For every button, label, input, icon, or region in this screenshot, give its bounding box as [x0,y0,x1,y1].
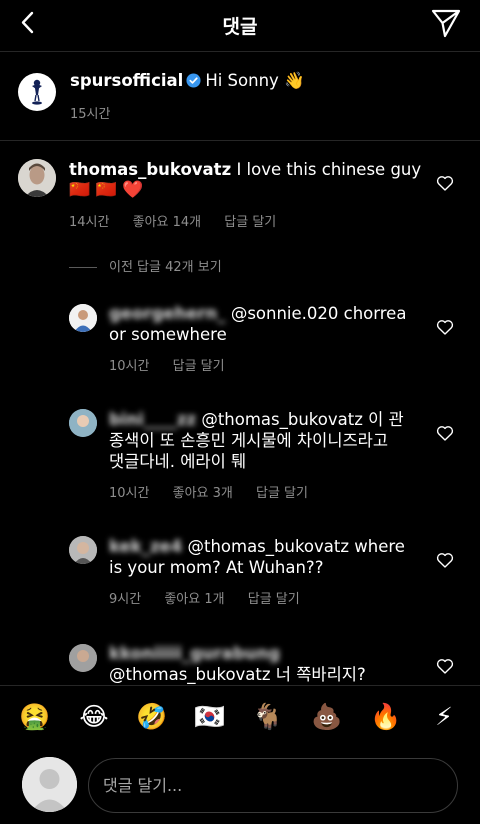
reply-button[interactable]: 답글 달기 [256,486,308,501]
emoji-lightning-button[interactable]: ⚡ [427,700,461,734]
emoji-fire-button[interactable]: 🔥 [369,700,403,734]
verified-badge-icon [186,73,201,88]
emoji-vomit-button[interactable]: 🤮 [18,700,52,734]
comment-body: I love this chinese guy [236,160,422,179]
like-count[interactable]: 좋아요 3개 [173,486,233,501]
avatar[interactable] [69,304,97,332]
emoji-korea-flag-button[interactable]: 🇰🇷 [193,700,227,734]
comment-username[interactable]: bini____zz [109,409,196,430]
heart-icon[interactable] [436,552,454,568]
comment-body: @thomas_bukovatz where [187,537,405,556]
comment-text: kek_ze4 @thomas_bukovatz where [109,536,405,557]
comment-body-line: or somewhere [109,325,227,344]
heart-icon[interactable] [436,175,454,191]
person-photo-icon [69,536,97,564]
caption-time: 15시간 [70,107,111,122]
comment-time: 14시간 [69,215,110,230]
view-previous-label: 이전 답글 42개 보기 [109,260,222,275]
comment-username[interactable]: georgehern_ [109,303,226,324]
comment-username-line: kkoniiiii_gurabung [109,643,280,664]
emoji-poop-button[interactable]: 💩 [310,700,344,734]
person-photo-icon [69,304,97,332]
avatar[interactable] [69,409,97,437]
view-previous-replies[interactable]: 이전 답글 42개 보기 [69,256,222,275]
comment-text: bini____zz @thomas_bukovatz 이 관 [109,409,404,430]
header: 댓글 [0,0,480,52]
comment-username[interactable]: kek_ze4 [109,536,182,557]
comment-time: 9시간 [109,592,142,607]
caption-text: Hi Sonny 👋 [205,71,305,90]
person-photo-icon [18,159,56,197]
comment-username[interactable]: thomas_bukovatz [69,160,231,179]
emoji-quick-bar: 🤮 😂 🤣 🇰🇷 🐐 💩 🔥 ⚡ [0,685,480,749]
send-icon[interactable] [430,7,462,39]
emoji-laughing-button[interactable]: 😂 [77,700,111,734]
comment-composer [0,749,480,824]
comment-body-line: 댓글다네. 에라이 퉤 [109,452,247,471]
comment-time: 10시간 [109,486,150,501]
reply-button[interactable]: 답글 달기 [224,215,276,230]
reply-button[interactable]: 답글 달기 [248,592,300,607]
comment-meta: 14시간 좋아요 14개 답글 달기 [69,211,295,230]
divider-line [69,267,97,268]
avatar[interactable] [69,536,97,564]
caption-text-line: spursofficial Hi Sonny 👋 [70,71,305,91]
comment-meta: 10시간 좋아요 3개 답글 달기 [109,482,327,501]
post-caption: spursofficial Hi Sonny 👋 15시간 [0,53,480,141]
avatar[interactable] [18,73,56,111]
avatar [22,757,77,812]
emoji-goat-button[interactable]: 🐐 [251,700,285,734]
comment-meta: 10시간 답글 달기 [109,355,244,374]
comment-text: georgehern_ @sonnie.020 chorrea [109,303,406,324]
comment-body: @thomas_bukovatz 이 관 [201,410,404,429]
spurs-logo-icon [32,79,42,105]
person-photo-icon [69,644,97,672]
heart-icon[interactable] [436,425,454,441]
heart-icon[interactable] [436,658,454,674]
heart-icon[interactable] [436,319,454,335]
reply-button[interactable]: 답글 달기 [173,359,225,374]
emoji-rofl-button[interactable]: 🤣 [135,700,169,734]
comment-text: thomas_bukovatz I love this chinese guy [69,159,421,180]
comment-body-line: 종색이 또 손흥민 게시물에 차이니즈라고 [109,431,389,450]
comment-emoji-line: 🇨🇳 🇨🇳 ❤️ [69,180,144,200]
comment-meta: 9시간 좋아요 1개 답글 달기 [109,588,319,607]
default-profile-icon [22,757,77,812]
comment-body: @thomas_bukovatz 너 쪽바리지? [109,665,366,684]
comment-body: @sonnie.020 chorrea [230,304,407,323]
avatar[interactable] [69,644,97,672]
person-photo-icon [69,409,97,437]
page-title: 댓글 [222,16,258,38]
comment-body-line: is your mom? At Wuhan?? [109,558,324,577]
comment-time: 10시간 [109,359,150,374]
comment-username[interactable]: kkoniiiii_gurabung [109,643,280,664]
like-count[interactable]: 좋아요 1개 [164,592,224,607]
caption-username[interactable]: spursofficial [70,71,183,90]
like-count[interactable]: 좋아요 14개 [133,215,202,230]
comment-input[interactable] [88,758,458,813]
avatar[interactable] [18,159,56,197]
